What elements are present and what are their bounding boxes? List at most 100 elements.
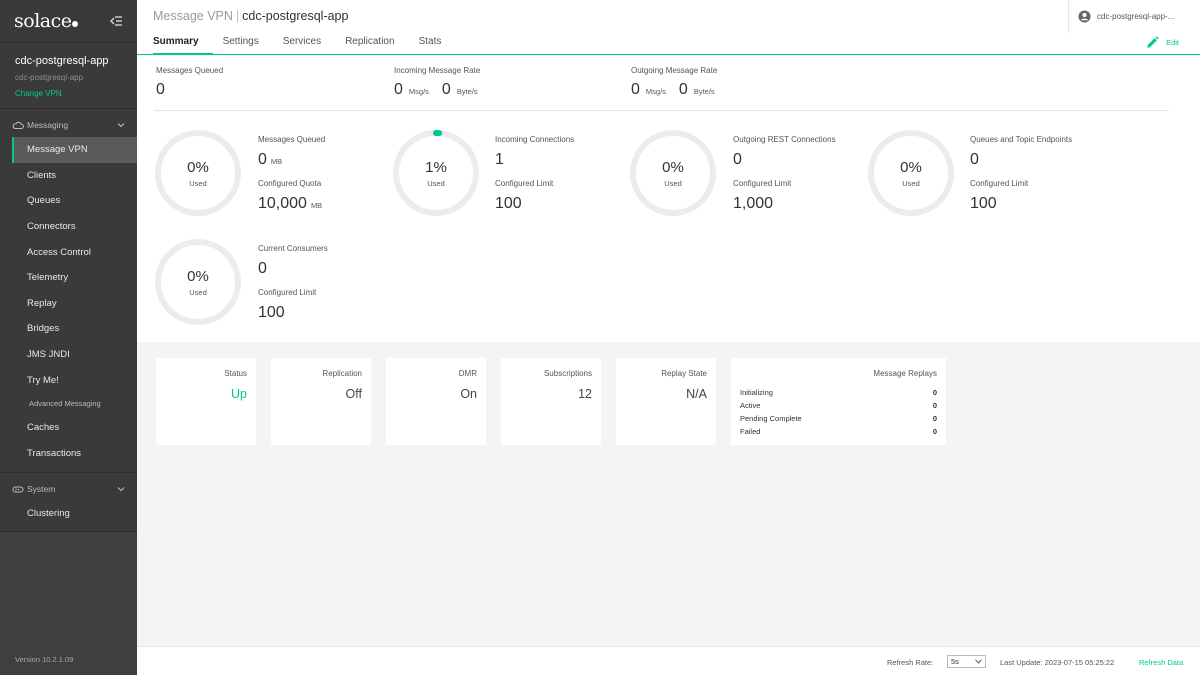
metric-value: 0: [258, 151, 267, 168]
replay-row-value: 0: [932, 388, 937, 397]
refresh-data-link[interactable]: Refresh Data: [1139, 658, 1183, 667]
limit-value: 100: [970, 195, 997, 212]
outgoing-msg-rate: 0: [631, 81, 640, 98]
replay-row: Failed 0: [740, 427, 937, 436]
gauge-percent: 0%: [900, 159, 922, 176]
version-label: Version 10.2.1.09: [15, 655, 74, 664]
unit-label: Msg/s: [408, 87, 429, 96]
replay-row-value: 0: [932, 414, 937, 423]
replay-row: Pending Complete 0: [740, 414, 937, 423]
breadcrumb-separator: |: [235, 9, 240, 23]
messages-queued-stat: Messages Queued 0: [156, 66, 223, 99]
router-icon: [12, 486, 24, 493]
metric-value: 0: [258, 260, 267, 277]
subscriptions-value: 12: [578, 387, 592, 401]
summary-panel: Messages Queued 0 Incoming Message Rate …: [137, 56, 1200, 342]
tab-replication[interactable]: Replication: [345, 36, 394, 55]
page-header: Message VPN | cdc-postgresql-app Summary S…: [137, 0, 1200, 55]
user-menu[interactable]: cdc-postgresql-app-...: [1068, 0, 1200, 33]
tab-stats[interactable]: Stats: [419, 36, 442, 55]
refresh-rate-label: Refresh Rate:: [887, 658, 934, 667]
refresh-rate-select[interactable]: 5s: [947, 655, 986, 668]
sidebar-item-jms-jndi[interactable]: JMS JNDI: [0, 342, 137, 368]
sidebar-item-caches[interactable]: Caches: [0, 415, 137, 441]
system-section-header[interactable]: System: [0, 477, 137, 501]
gauge-used-label: Used: [664, 179, 682, 188]
limit-value: 1,000: [733, 195, 774, 212]
sidebar-item-message-vpn[interactable]: Message VPN: [12, 137, 137, 163]
metric-label: Queues and Topic Endpoints: [970, 135, 1073, 144]
card-label: Status: [224, 369, 247, 378]
chevron-down-icon: [117, 487, 125, 492]
change-vpn-link[interactable]: Change VPN: [15, 89, 122, 98]
footer-bar: Refresh Rate: 5s Last Update: 2023-07-15…: [137, 646, 1200, 675]
edit-button[interactable]: Edit: [1146, 36, 1179, 49]
tab-summary[interactable]: Summary: [153, 36, 213, 55]
incoming-connections-gauge: 1% Used: [391, 128, 481, 218]
sidebar-item-bridges[interactable]: Bridges: [0, 316, 137, 342]
replay-state-card: Replay State N/A: [616, 358, 716, 445]
messaging-section-header[interactable]: Messaging: [0, 113, 137, 137]
sidebar-item-clients[interactable]: Clients: [0, 163, 137, 189]
system-section-label: System: [27, 484, 56, 495]
sidebar-item-replay[interactable]: Replay: [0, 291, 137, 317]
gauge-used-label: Used: [902, 179, 920, 188]
subscriptions-card: Subscriptions 12: [501, 358, 601, 445]
card-label: DMR: [458, 369, 477, 378]
messages-queued-gauge: 0% Used: [153, 128, 243, 218]
card-label: Replication: [322, 369, 362, 378]
unit-label: MB: [310, 201, 323, 210]
sidebar-item-queues[interactable]: Queues: [0, 188, 137, 214]
section-divider: [0, 472, 137, 474]
unit-label: Msg/s: [645, 87, 666, 96]
current-consumers-info: Current Consumers 0 Configured Limit 100: [258, 244, 328, 322]
metric-label: Incoming Connections: [495, 135, 575, 144]
replay-row-label: Active: [740, 401, 761, 410]
breadcrumb: Message VPN | cdc-postgresql-app: [153, 9, 348, 23]
tab-services[interactable]: Services: [283, 36, 321, 55]
chevron-down-icon: [975, 659, 982, 664]
vpn-name: cdc-postgresql-app: [15, 55, 109, 67]
dmr-card: DMR On: [386, 358, 486, 445]
queues-topic-endpoints-info: Queues and Topic Endpoints 0 Configured …: [970, 135, 1072, 213]
messaging-section-label: Messaging: [27, 120, 69, 130]
outgoing-rest-connections-info: Outgoing REST Connections 0 Configured L…: [733, 135, 836, 213]
sidebar-item-connectors[interactable]: Connectors: [0, 214, 137, 240]
incoming-connections-info: Incoming Connections 1 Configured Limit …: [495, 135, 574, 213]
sidebar-item-try-me[interactable]: Try Me!: [0, 367, 137, 393]
sidebar-item-telemetry[interactable]: Telemetry: [0, 265, 137, 291]
replay-row: Active 0: [740, 401, 937, 410]
card-label: Message Replays: [873, 369, 937, 378]
breadcrumb-message-vpn[interactable]: Message VPN: [153, 9, 233, 23]
incoming-msg-rate: 0: [394, 81, 403, 98]
collapse-menu-icon[interactable]: [109, 15, 123, 27]
stat-label: Messages Queued: [156, 66, 224, 75]
metric-label: Messages Queued: [258, 135, 326, 144]
vpn-selector: cdc-postgresql-app cdc-postgresql-app Ch…: [0, 43, 137, 109]
last-update-text: Last Update: 2023-07-15 05:25:22: [1000, 658, 1115, 667]
sidebar-item-clustering[interactable]: Clustering: [0, 501, 137, 527]
outgoing-rate-stat: Outgoing Message Rate 0 Msg/s 0 Byte/s: [631, 66, 728, 99]
unit-label: MB: [270, 157, 283, 166]
sidebar-item-transactions[interactable]: Transactions: [0, 441, 137, 467]
metric-value: 0: [970, 151, 979, 168]
replication-value: Off: [345, 387, 362, 401]
limit-value: 100: [258, 304, 285, 321]
advanced-messaging-label: Advanced Messaging: [29, 399, 101, 409]
card-label: Replay State: [661, 369, 707, 378]
current-consumers-gauge: 0% Used: [153, 237, 243, 327]
outgoing-byte-rate: 0: [678, 81, 688, 98]
sidebar-item-access-control[interactable]: Access Control: [0, 239, 137, 265]
user-label: cdc-postgresql-app-...: [1097, 12, 1175, 21]
metric-value: 0: [733, 151, 742, 168]
replication-card: Replication Off: [271, 358, 371, 445]
queues-topic-endpoints-gauge: 0% Used: [866, 128, 956, 218]
solace-logo[interactable]: solace: [14, 10, 79, 32]
replay-row-value: 0: [932, 401, 937, 410]
cloud-icon: [12, 121, 24, 129]
tab-settings[interactable]: Settings: [223, 36, 259, 55]
limit-label: Configured Limit: [970, 179, 1029, 188]
limit-label: Configured Quota: [258, 179, 322, 188]
limit-label: Configured Limit: [495, 179, 554, 188]
gauge-percent: 0%: [187, 159, 209, 176]
